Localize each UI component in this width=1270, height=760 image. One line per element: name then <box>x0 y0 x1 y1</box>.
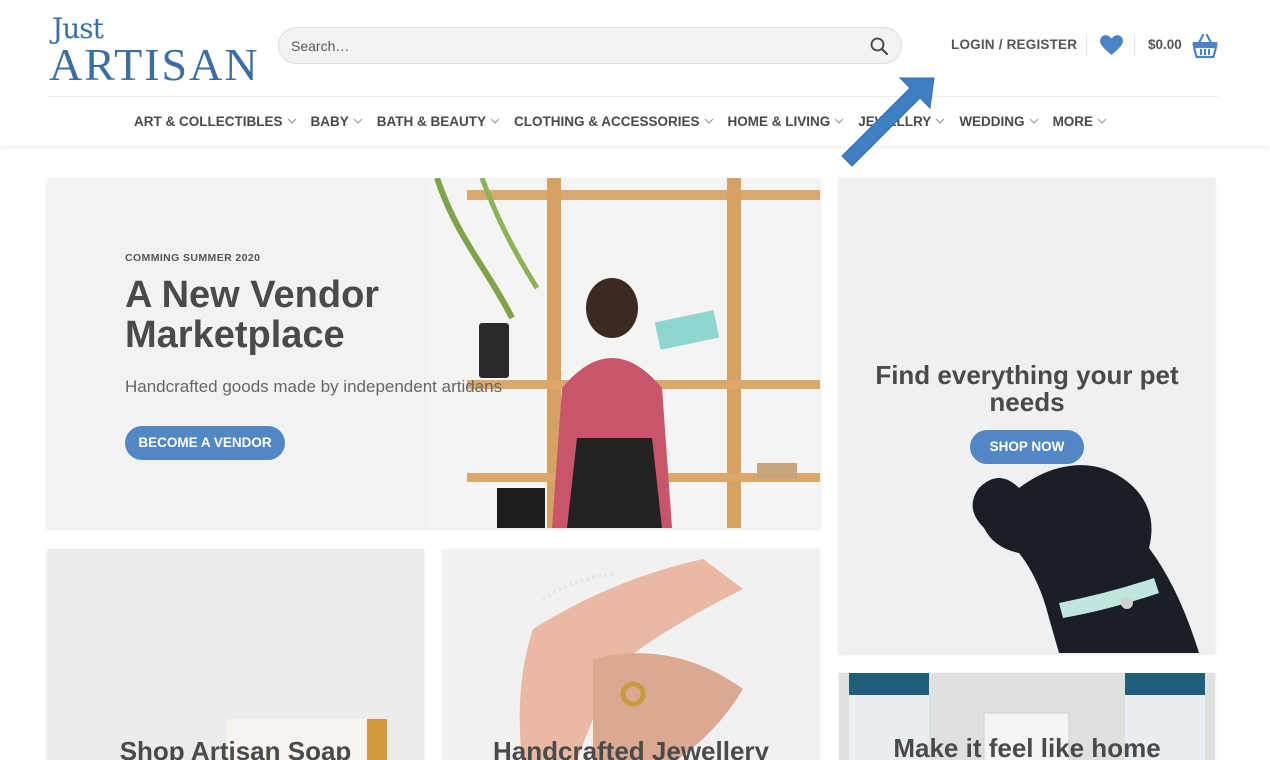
basket-icon[interactable] <box>1191 32 1219 59</box>
header-rule <box>47 96 1218 97</box>
nav-item-art-collectibles[interactable]: ART & COLLECTIBLES <box>134 110 297 132</box>
hero-subtitle: Handcrafted goods made by independent ar… <box>125 377 503 396</box>
nav-item-label: BATH & BEAUTY <box>376 113 487 129</box>
search-bar <box>278 27 902 64</box>
chevron-down-icon <box>490 118 500 124</box>
pet-title: Find everything your pet needs <box>875 360 1179 417</box>
search-icon[interactable] <box>869 36 889 56</box>
soap-tile-title: Shop Artisan Soap <box>119 736 352 760</box>
main-nav: ART & COLLECTIBLES BABY BATH & BEAUTY CL… <box>134 110 1121 132</box>
nav-item-label: CLOTHING & ACCESSORIES <box>514 113 700 129</box>
header-divider <box>1086 35 1087 57</box>
nav-item-more[interactable]: MORE <box>1053 110 1108 132</box>
become-vendor-button[interactable]: BECOME A VENDOR <box>125 426 285 460</box>
chevron-down-icon <box>704 118 713 124</box>
hero-shelf-illustration <box>427 178 820 528</box>
hands-illustration <box>519 559 743 760</box>
chevron-down-icon <box>1097 118 1107 124</box>
nav-item-home-living[interactable]: HOME & LIVING <box>728 110 845 132</box>
hero-banner[interactable]: COMMING SUMMER 2020 A New Vendor Marketp… <box>47 178 820 528</box>
nav-item-label: BABY <box>310 113 349 129</box>
cart-total[interactable]: $0.00 <box>1148 37 1182 52</box>
soap-category-tile[interactable]: Shop Artisan Soap <box>47 549 424 760</box>
logo[interactable]: Just ARTISAN <box>49 12 258 88</box>
jewellery-tile-title: Handcrafted Jewellery <box>492 736 769 760</box>
header-divider <box>1134 35 1135 57</box>
search-input[interactable] <box>291 28 851 63</box>
nav-item-wedding[interactable]: WEDDING <box>959 110 1038 132</box>
hero-title: A New Vendor Marketplace <box>125 274 380 356</box>
chevron-down-icon <box>353 118 363 124</box>
nav-item-bath-beauty[interactable]: BATH & BEAUTY <box>377 110 500 132</box>
chevron-down-icon <box>287 118 296 124</box>
home-category-tile[interactable]: Make it feel like home <box>839 673 1215 760</box>
nav-item-label: HOME & LIVING <box>727 113 831 129</box>
pet-banner[interactable]: Find everything your pet needs SHOP NOW <box>839 178 1215 653</box>
nav-item-label: WEDDING <box>959 113 1025 129</box>
nav-item-label: ART & COLLECTIBLES <box>134 113 283 129</box>
home-tile-title: Make it feel like home <box>893 733 1161 760</box>
nav-item-baby[interactable]: BABY <box>311 110 363 132</box>
chevron-down-icon <box>1029 118 1038 124</box>
wishlist-heart-icon[interactable] <box>1099 34 1124 56</box>
shop-now-button[interactable]: SHOP NOW <box>970 430 1084 464</box>
jewellery-category-tile[interactable]: Handcrafted Jewellery <box>443 549 819 760</box>
site-header: Just ARTISAN LOGIN / REGISTER $0.00 ART … <box>0 0 1270 146</box>
nav-item-clothing-accessories[interactable]: CLOTHING & ACCESSORIES <box>514 110 714 132</box>
pointer-arrow-icon <box>841 77 935 167</box>
hero-eyebrow: COMMING SUMMER 2020 <box>125 252 261 264</box>
logo-artisan: ARTISAN <box>49 39 260 90</box>
login-register-link[interactable]: LOGIN / REGISTER <box>951 37 1077 52</box>
nav-item-label: MORE <box>1052 113 1094 129</box>
